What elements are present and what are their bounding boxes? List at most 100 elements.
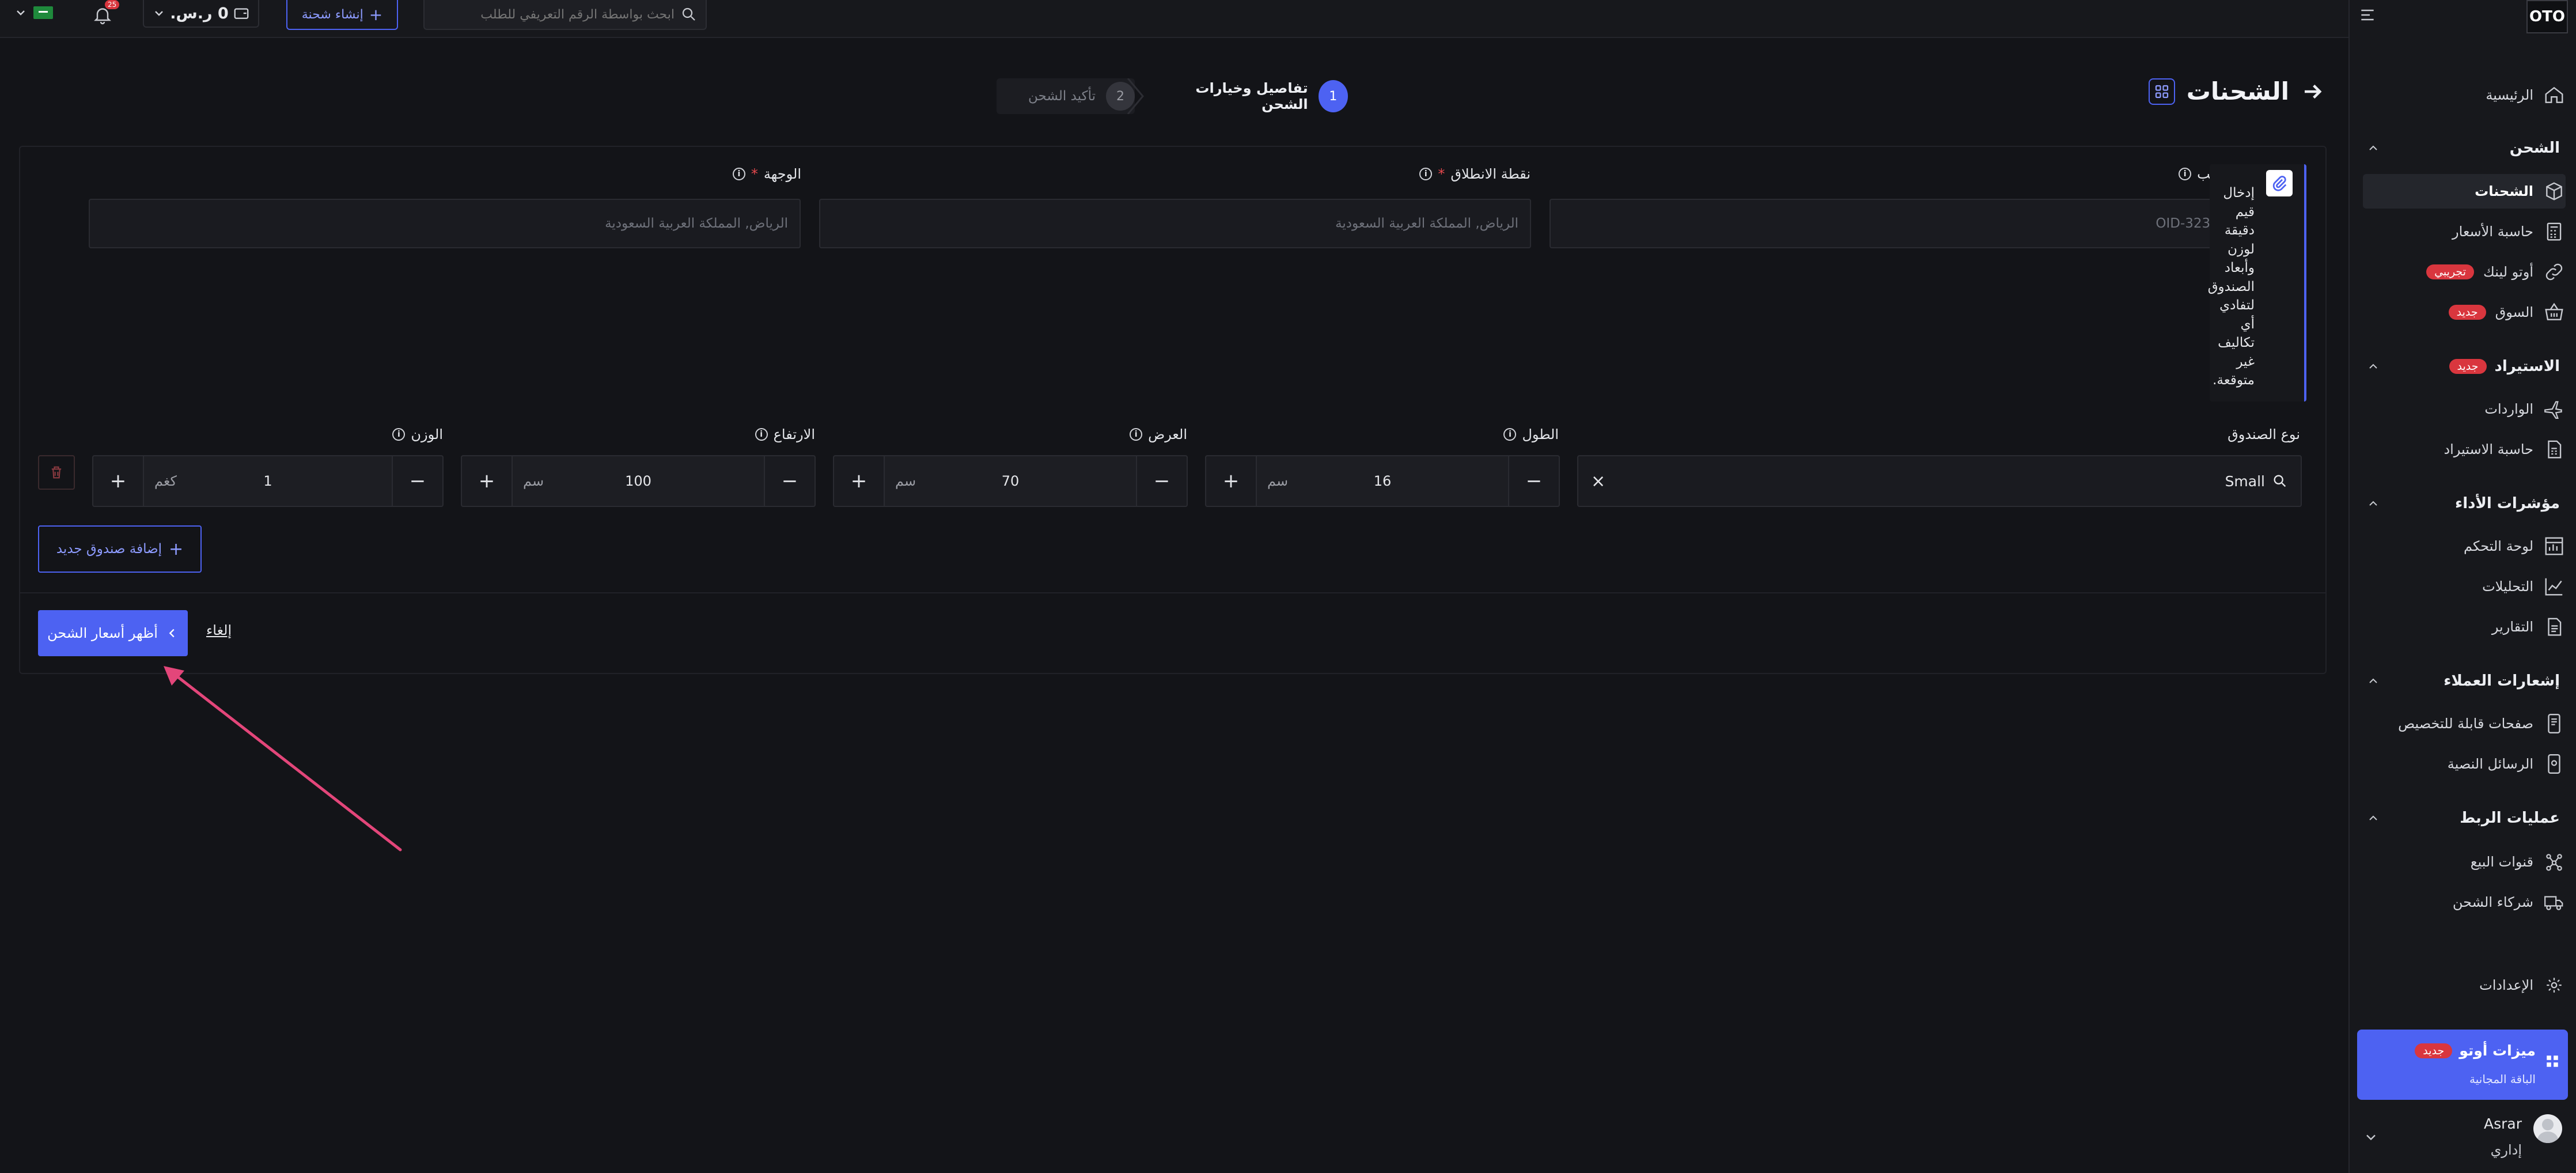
section-kpi[interactable]: مؤشرات الأداء [2366, 490, 2560, 517]
height-value[interactable]: 100 [513, 473, 764, 489]
sidebar: OTO الرئيسية الشحن الشحنات حاسبة الأسعار… [2348, 0, 2576, 1173]
gear-icon [2543, 974, 2566, 997]
sidebar-item-home[interactable]: الرئيسية [2363, 78, 2566, 112]
search-input[interactable] [433, 7, 675, 22]
weight-stepper[interactable]: + كغم 1 − [92, 455, 444, 507]
clear-icon[interactable]: × [1591, 471, 1605, 491]
sidebar-item-sms[interactable]: الرسائل النصية [2363, 747, 2566, 781]
notifications-button[interactable]: 25 [92, 0, 120, 28]
beta-badge: تجريبي [2426, 264, 2474, 279]
sidebar-item-imports[interactable]: الواردات [2363, 392, 2566, 426]
decrement-button[interactable]: − [1509, 456, 1559, 506]
truck-icon [2543, 891, 2566, 914]
height-stepper[interactable]: + سم 100 − [461, 455, 816, 507]
step-confirm[interactable]: تأكيد الشحن 2 [997, 78, 1135, 114]
section-integrations[interactable]: عمليات الربط [2366, 804, 2560, 832]
grid-icon [2148, 78, 2175, 105]
hint-word: لوزن [2228, 241, 2255, 257]
section-customer-notifications[interactable]: إشعارات العملاء [2366, 667, 2560, 695]
cancel-button[interactable]: إلغاء [206, 622, 232, 638]
hint-text: إدخال قيم دقيقة لوزن وأبعاد الصندوق لتفادي أي تك… [2208, 184, 2255, 390]
chevron-down-icon [152, 6, 166, 20]
section-title: مؤشرات الأداء [2454, 495, 2560, 512]
sidebar-item-shipping-partners[interactable]: شركاء الشحن [2363, 885, 2566, 920]
info-icon[interactable]: i [755, 428, 768, 441]
section-import[interactable]: الاستيراد جديد [2366, 353, 2560, 380]
sidebar-item-import-calculator[interactable]: حاسبة الاستيراد [2363, 432, 2566, 467]
sidebar-item-shipments[interactable]: الشحنات [2363, 174, 2566, 209]
oto-logo[interactable]: OTO [2526, 0, 2568, 33]
show-rates-button[interactable]: أظهر أسعار الشحن [38, 610, 188, 656]
step-details[interactable]: تفاصيل وخيارات الشحن 1 [1158, 78, 1348, 114]
field-label: العرض [1148, 426, 1187, 442]
increment-button[interactable]: + [462, 456, 512, 506]
info-icon[interactable]: i [1130, 428, 1143, 441]
length-label-row: الطول i [1503, 426, 1559, 442]
delete-box-button[interactable] [38, 455, 75, 490]
sidebar-item-rate-calculator[interactable]: حاسبة الأسعار [2363, 214, 2566, 249]
increment-button[interactable]: + [93, 456, 143, 506]
width-value[interactable]: 70 [885, 473, 1136, 489]
avatar [2533, 1114, 2562, 1143]
add-box-button[interactable]: إضافة صندوق جديد + [38, 525, 202, 573]
sidebar-item-sales-channels[interactable]: قنوات البيع [2363, 845, 2566, 879]
order-id-input[interactable]: OID-32305-10 [1550, 199, 2261, 248]
box-type-select[interactable]: × Small [1577, 455, 2302, 507]
info-icon[interactable]: i [732, 168, 745, 180]
oto-features-card[interactable]: ميزات أوتو جديد الباقة المجانية [2357, 1030, 2568, 1100]
sidebar-item-custom-pages[interactable]: صفحات قابلة للتخصيص [2363, 706, 2566, 741]
sidebar-item-settings[interactable]: الإعدادات [2363, 968, 2566, 1002]
decrement-button[interactable]: − [393, 456, 442, 506]
destination-input[interactable]: الرياض, المملكة العربية السعودية [89, 199, 801, 248]
create-shipment-button[interactable]: إنشاء شحنة + [286, 0, 398, 30]
arrow-right-icon[interactable] [2301, 80, 2325, 104]
language-flag[interactable] [14, 6, 53, 20]
hint-word: تكاليف [2218, 335, 2255, 350]
sidebar-item-dashboard[interactable]: لوحة التحكم [2363, 529, 2566, 563]
menu-collapse-icon[interactable] [2358, 6, 2377, 24]
length-stepper[interactable]: + سم 16 − [1205, 455, 1560, 507]
flag-icon [33, 6, 53, 19]
sidebar-item-analytics[interactable]: التحليلات [2363, 569, 2566, 604]
sidebar-item-label: السوق [2495, 304, 2533, 320]
sidebar-item-market[interactable]: جديد السوق [2363, 295, 2566, 330]
field-label: الطول [1522, 426, 1559, 442]
hint-word: وأبعاد [2224, 260, 2255, 275]
hint-word: قيم [2235, 204, 2255, 220]
hint-word: دقيقة [2224, 223, 2255, 238]
section-shipping[interactable]: الشحن [2366, 134, 2560, 162]
sidebar-item-label: حاسبة الأسعار [2452, 224, 2533, 240]
page-title: الشحنات [2186, 77, 2289, 105]
search-box[interactable] [423, 0, 707, 30]
origin-label-row: نقطة الانطلاق * i [1419, 166, 1531, 182]
sidebar-item-reports[interactable]: التقارير [2363, 610, 2566, 644]
info-icon[interactable]: i [1419, 168, 1433, 180]
weight-value[interactable]: 1 [144, 473, 392, 489]
promo-subtitle: الباقة المجانية [2469, 1072, 2536, 1086]
sidebar-item-label: الرسائل النصية [2447, 756, 2533, 772]
destination-label-row: الوجهة * i [732, 166, 801, 182]
wallet-balance-text: 0 ر.س. [170, 4, 229, 22]
sidebar-item-label: الواردات [2484, 401, 2533, 417]
user-role: إداري [2490, 1142, 2522, 1158]
sidebar-item-oto-link[interactable]: تجريبي أوتو لينك [2363, 255, 2566, 289]
height-label-row: الارتفاع i [755, 426, 815, 442]
decrement-button[interactable]: − [1137, 456, 1187, 506]
length-value[interactable]: 16 [1257, 473, 1508, 489]
plus-icon: + [369, 5, 383, 24]
wallet-icon [233, 5, 250, 22]
hint-word: لتفادي [2219, 298, 2255, 313]
origin-input[interactable]: الرياض, المملكة العربية السعودية [819, 199, 1531, 248]
user-menu[interactable]: Asrar إداري [2363, 1111, 2562, 1166]
field-label: نقطة الانطلاق [1450, 166, 1531, 182]
info-icon[interactable]: i [392, 428, 406, 441]
increment-button[interactable]: + [834, 456, 884, 506]
hint-word: أي [2240, 316, 2255, 332]
sidebar-item-label: حاسبة الاستيراد [2444, 441, 2533, 457]
wallet-balance[interactable]: 0 ر.س. [143, 0, 259, 28]
increment-button[interactable]: + [1206, 456, 1256, 506]
width-stepper[interactable]: + سم 70 − [833, 455, 1188, 507]
decrement-button[interactable]: − [765, 456, 815, 506]
info-icon[interactable]: i [2179, 168, 2192, 180]
info-icon[interactable]: i [1503, 428, 1517, 441]
